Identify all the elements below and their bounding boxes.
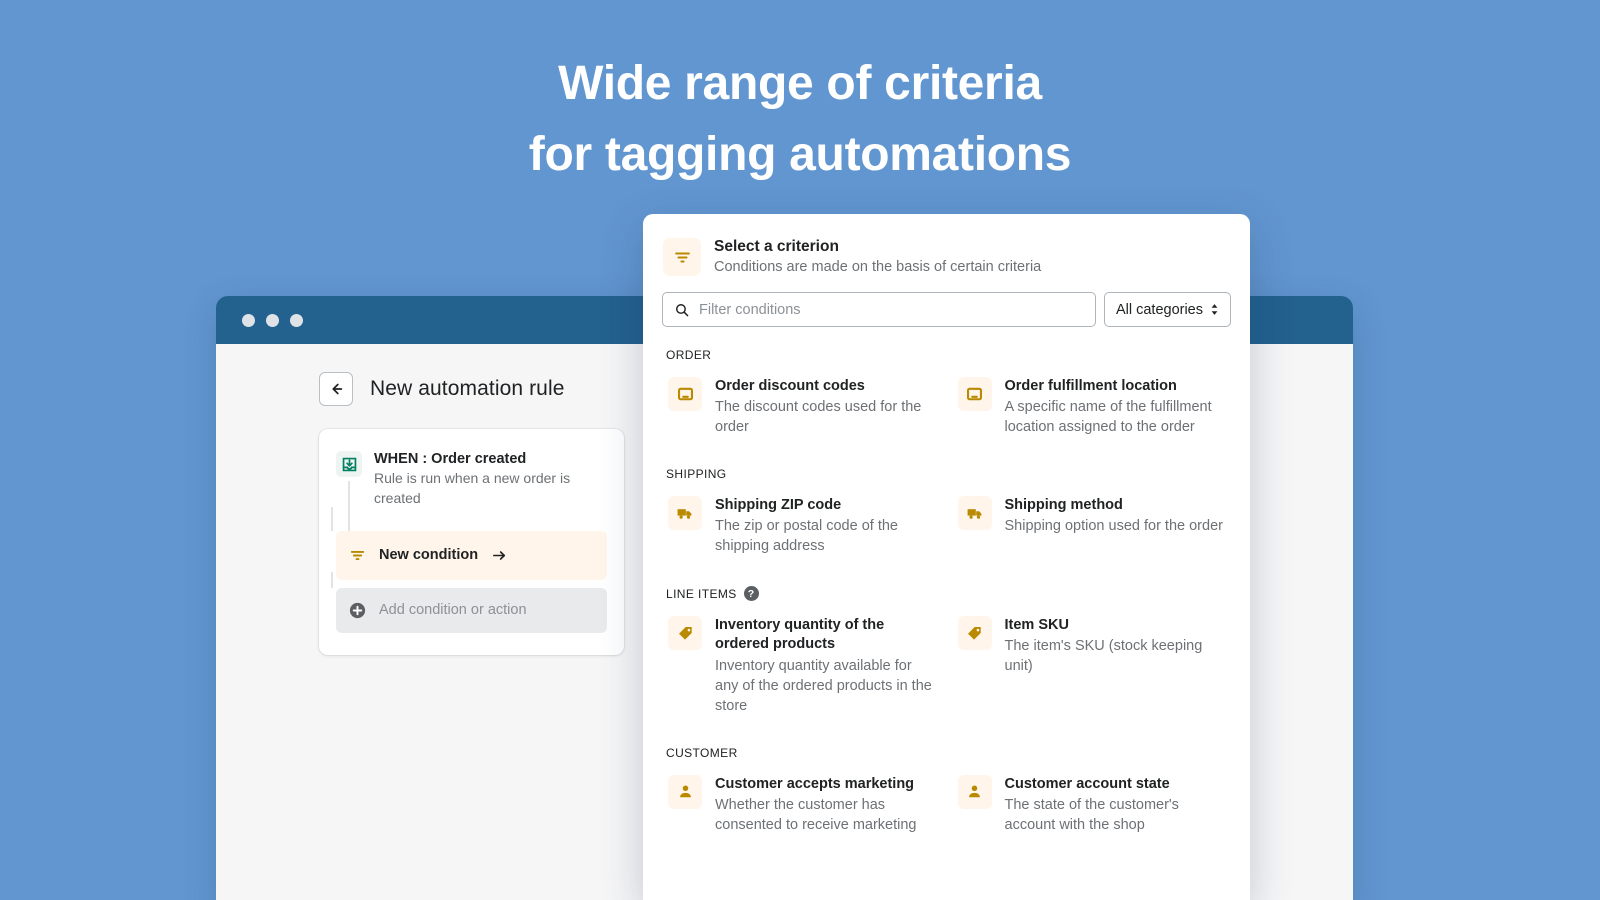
criterion-name: Shipping ZIP code (715, 497, 842, 514)
criterion-description: The item's SKU (stock keeping unit) (1004, 638, 1203, 675)
arrow-right-icon (490, 546, 509, 565)
modal-header: Select a criterion Conditions are made o… (643, 214, 1250, 276)
new-condition-label: New condition (379, 547, 479, 564)
plus-circle-icon (348, 601, 367, 620)
headline-line-2: for tagging automations (528, 128, 1072, 182)
tag-icon (668, 616, 702, 651)
criterion-name: Customer account state (1004, 775, 1170, 792)
criteria-grid-order: Order discount codes The discount codes … (662, 368, 1231, 446)
group-header-order: ORDER (666, 348, 1231, 362)
criterion-item[interactable]: Customer account state The state of the … (952, 766, 1232, 844)
truck-icon (668, 496, 702, 531)
criterion-description: Whether the customer has consented to re… (715, 796, 917, 833)
criterion-text: Shipping method Shipping option used for… (1005, 496, 1223, 536)
criterion-name: Shipping method (1004, 497, 1123, 514)
modal-filter-row: All categories (643, 276, 1250, 327)
criterion-name: Inventory quantity of the ordered produc… (715, 617, 885, 653)
criterion-description: The state of the customer's account with… (1004, 796, 1179, 833)
criterion-text: Order fulfillment location A specific na… (1005, 377, 1224, 437)
category-select-label: All categories (1115, 301, 1203, 318)
criteria-grid-customer: Customer accepts marketing Whether the c… (662, 766, 1231, 844)
search-icon (674, 302, 690, 318)
window-maximize-dot[interactable] (290, 313, 303, 327)
criterion-item[interactable]: Inventory quantity of the ordered produc… (662, 607, 942, 724)
add-condition-label: Add condition or action (379, 602, 527, 619)
order-created-icon (336, 451, 362, 477)
criterion-text: Inventory quantity of the ordered produc… (715, 616, 934, 715)
group-header-customer: CUSTOMER (666, 746, 1231, 760)
person-icon (957, 774, 992, 809)
window-close-dot[interactable] (242, 313, 255, 327)
group-label: LINE ITEMS (666, 586, 737, 601)
rule-card: WHEN : Order created Rule is run when a … (319, 429, 624, 655)
criterion-text: Item SKU The item's SKU (stock keeping u… (1005, 616, 1224, 676)
criteria-grid-line-items: Inventory quantity of the ordered produc… (662, 607, 1231, 724)
truck-icon (957, 496, 992, 531)
criteria-grid-shipping: Shipping ZIP code The zip or postal code… (662, 487, 1231, 565)
tag-icon (957, 616, 992, 651)
trigger-icon-column (336, 451, 362, 539)
criterion-item[interactable]: Order fulfillment location A specific na… (952, 368, 1232, 446)
add-condition-or-action-row[interactable]: Add condition or action (331, 571, 607, 633)
select-criterion-modal: Select a criterion Conditions are made o… (643, 214, 1250, 900)
category-select[interactable]: All categories (1103, 292, 1231, 327)
new-condition-row[interactable]: New condition (331, 506, 607, 580)
criterion-name: Order discount codes (715, 378, 865, 394)
criterion-text: Order discount codes The discount codes … (715, 377, 934, 437)
criterion-item[interactable]: Shipping ZIP code The zip or postal code… (662, 487, 942, 565)
trigger-step[interactable]: WHEN : Order created Rule is run when a … (336, 451, 607, 539)
criterion-text: Customer account state The state of the … (1005, 775, 1224, 835)
filter-icon (663, 238, 701, 276)
modal-subtitle: Conditions are made on the basis of cert… (714, 259, 1042, 275)
page-title: Wide range of criteria for tagging autom… (0, 48, 1600, 190)
trigger-text: WHEN : Order created Rule is run when a … (374, 451, 579, 509)
filter-icon (348, 546, 367, 565)
criterion-description: Shipping option used for the order (1004, 518, 1223, 535)
criterion-description: The discount codes used for the order (715, 399, 922, 436)
criterion-item[interactable]: Customer accepts marketing Whether the c… (662, 766, 942, 844)
criterion-item[interactable]: Order discount codes The discount codes … (662, 368, 942, 446)
criterion-item[interactable]: Shipping method Shipping option used for… (952, 487, 1232, 545)
criteria-results: ORDER Order discount codes The discount … (643, 348, 1250, 844)
back-button[interactable] (319, 372, 353, 406)
criterion-name: Customer accepts marketing (715, 775, 915, 792)
criterion-name: Order fulfillment location (1004, 378, 1177, 394)
criterion-item[interactable]: Item SKU The item's SKU (stock keeping u… (952, 607, 1232, 685)
window-minimize-dot[interactable] (266, 313, 279, 327)
group-label: SHIPPING (666, 467, 727, 482)
criterion-text: Shipping ZIP code The zip or postal code… (715, 496, 934, 556)
order-icon (668, 377, 702, 411)
modal-title: Select a criterion (714, 238, 839, 255)
order-icon (957, 377, 992, 411)
arrow-left-icon (332, 383, 343, 395)
search-box[interactable] (662, 292, 1096, 327)
criterion-text: Customer accepts marketing Whether the c… (715, 775, 934, 835)
condition-connector (331, 506, 333, 531)
criterion-name: Item SKU (1004, 617, 1069, 634)
headline-line-1: Wide range of criteria (558, 57, 1042, 110)
trigger-title: WHEN : Order created (374, 451, 527, 467)
add-connector (331, 571, 333, 588)
group-label: CUSTOMER (666, 745, 738, 760)
trigger-description: Rule is run when a new order is created (374, 470, 571, 506)
group-label: ORDER (666, 348, 712, 362)
stepper-updown-icon (1210, 303, 1219, 316)
person-icon (668, 774, 702, 809)
modal-header-text: Select a criterion Conditions are made o… (714, 238, 1041, 275)
rule-title: New automation rule (370, 377, 565, 400)
help-icon[interactable]: ? (743, 586, 759, 602)
search-input[interactable] (699, 301, 1084, 318)
group-header-shipping: SHIPPING (666, 467, 1231, 481)
group-header-line-items: LINE ITEMS ? (666, 586, 1231, 602)
criterion-description: A specific name of the fulfillment locat… (1004, 399, 1212, 436)
criterion-description: The zip or postal code of the shipping a… (715, 518, 898, 555)
criterion-description: Inventory quantity available for any of … (715, 657, 932, 714)
